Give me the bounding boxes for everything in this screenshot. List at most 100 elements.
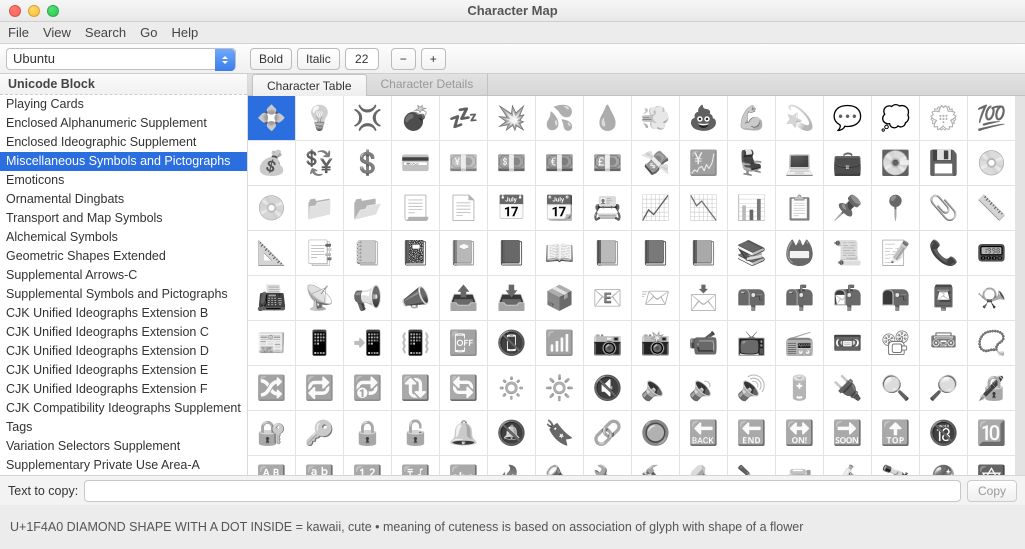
character-cell[interactable]: 📰 bbox=[248, 321, 295, 365]
character-cell[interactable]: 🔣 bbox=[392, 456, 439, 475]
character-cell[interactable]: 💳 bbox=[392, 141, 439, 185]
character-cell[interactable]: 📸 bbox=[632, 321, 679, 365]
sidebar-item[interactable]: Emoticons bbox=[0, 171, 247, 190]
menu-file[interactable]: File bbox=[8, 25, 29, 40]
character-cell[interactable]: 🔔 bbox=[440, 411, 487, 455]
character-cell[interactable]: 💴 bbox=[440, 141, 487, 185]
character-cell[interactable]: 📉 bbox=[680, 186, 727, 230]
character-cell[interactable]: 📢 bbox=[344, 276, 391, 320]
character-cell[interactable]: 📣 bbox=[392, 276, 439, 320]
character-cell[interactable]: 💵 bbox=[488, 141, 535, 185]
character-cell[interactable]: 🔗 bbox=[584, 411, 631, 455]
character-cell[interactable]: 📥 bbox=[488, 276, 535, 320]
character-cell[interactable]: 🔛 bbox=[776, 411, 823, 455]
character-cell[interactable]: 💽 bbox=[872, 141, 919, 185]
character-cell[interactable]: 💬 bbox=[824, 96, 871, 140]
character-cell[interactable]: 📋 bbox=[776, 186, 823, 230]
character-cell[interactable]: 🔠 bbox=[248, 456, 295, 475]
character-cell[interactable]: 📬 bbox=[824, 276, 871, 320]
character-cell[interactable]: 🔇 bbox=[584, 366, 631, 410]
character-cell[interactable]: 📂 bbox=[344, 186, 391, 230]
character-cell[interactable]: 📳 bbox=[392, 321, 439, 365]
character-cell[interactable]: 💱 bbox=[296, 141, 343, 185]
menu-search[interactable]: Search bbox=[85, 25, 126, 40]
sidebar-item[interactable]: CJK Compatibility Ideographs Supplement bbox=[0, 399, 247, 418]
character-cell[interactable]: 💸 bbox=[632, 141, 679, 185]
character-cell[interactable]: 💻 bbox=[776, 141, 823, 185]
sidebar-item[interactable]: Supplemental Symbols and Pictographs bbox=[0, 285, 247, 304]
character-cell[interactable]: 📏 bbox=[968, 186, 1015, 230]
character-cell[interactable]: 📮 bbox=[920, 276, 967, 320]
character-cell[interactable]: 📓 bbox=[392, 231, 439, 275]
character-cell[interactable]: 📫 bbox=[776, 276, 823, 320]
sidebar-item[interactable]: Supplementary Private Use Area-A bbox=[0, 456, 247, 475]
character-cell[interactable]: 🔙 bbox=[680, 411, 727, 455]
character-cell[interactable]: 🔊 bbox=[728, 366, 775, 410]
size-increase-button[interactable]: + bbox=[421, 48, 446, 70]
character-cell[interactable]: 🔬 bbox=[824, 456, 871, 475]
character-cell[interactable]: 💷 bbox=[584, 141, 631, 185]
character-cell[interactable]: 🔋 bbox=[776, 366, 823, 410]
sidebar-item[interactable]: Alchemical Symbols bbox=[0, 228, 247, 247]
menu-help[interactable]: Help bbox=[171, 25, 198, 40]
character-cell[interactable]: 📹 bbox=[680, 321, 727, 365]
character-cell[interactable]: 🔜 bbox=[824, 411, 871, 455]
sidebar-item[interactable]: CJK Unified Ideographs Extension B bbox=[0, 304, 247, 323]
character-cell[interactable]: 📤 bbox=[440, 276, 487, 320]
character-cell[interactable]: 💫 bbox=[776, 96, 823, 140]
character-cell[interactable]: 🔅 bbox=[488, 366, 535, 410]
character-cell[interactable]: 📁 bbox=[296, 186, 343, 230]
copy-button[interactable]: Copy bbox=[967, 480, 1017, 502]
character-cell[interactable]: 📚 bbox=[728, 231, 775, 275]
character-cell[interactable]: 💢 bbox=[344, 96, 391, 140]
character-cell[interactable]: 🔂 bbox=[344, 366, 391, 410]
character-cell[interactable]: 📴 bbox=[440, 321, 487, 365]
character-cell[interactable]: 🔪 bbox=[728, 456, 775, 475]
character-cell[interactable]: 🔀 bbox=[248, 366, 295, 410]
character-cell[interactable]: 💯 bbox=[968, 96, 1015, 140]
character-cell[interactable]: 🔤 bbox=[440, 456, 487, 475]
character-cell[interactable]: 📌 bbox=[824, 186, 871, 230]
character-cell[interactable]: 📇 bbox=[584, 186, 631, 230]
character-cell[interactable]: 🔍 bbox=[872, 366, 919, 410]
character-cell[interactable]: 📽 bbox=[872, 321, 919, 365]
character-cell[interactable]: 📪 bbox=[728, 276, 775, 320]
character-cell[interactable]: 🔃 bbox=[392, 366, 439, 410]
character-cell[interactable]: 🔌 bbox=[824, 366, 871, 410]
character-cell[interactable]: 📭 bbox=[872, 276, 919, 320]
character-cell[interactable]: 📦 bbox=[536, 276, 583, 320]
character-cell[interactable]: 🔎 bbox=[920, 366, 967, 410]
character-cell[interactable]: 📕 bbox=[488, 231, 535, 275]
sidebar-item[interactable]: Miscellaneous Symbols and Pictographs bbox=[0, 152, 247, 171]
font-select[interactable]: Ubuntu bbox=[6, 48, 236, 70]
character-cell[interactable]: 💿 bbox=[968, 141, 1015, 185]
character-cell[interactable]: 🔁 bbox=[296, 366, 343, 410]
character-cell[interactable]: 📘 bbox=[632, 231, 679, 275]
character-cell[interactable]: 💪 bbox=[728, 96, 775, 140]
character-cell[interactable]: 🔖 bbox=[536, 411, 583, 455]
character-cell[interactable]: 💺 bbox=[728, 141, 775, 185]
character-cell[interactable]: 📱 bbox=[296, 321, 343, 365]
sidebar-item[interactable]: Tags bbox=[0, 418, 247, 437]
character-cell[interactable]: 🔩 bbox=[680, 456, 727, 475]
character-cell[interactable]: 🔑 bbox=[296, 411, 343, 455]
character-cell[interactable]: 💮 bbox=[920, 96, 967, 140]
font-size-input[interactable]: 22 bbox=[345, 48, 379, 70]
character-cell[interactable]: 📡 bbox=[296, 276, 343, 320]
character-cell[interactable]: 📻 bbox=[776, 321, 823, 365]
character-cell[interactable]: 📯 bbox=[968, 276, 1015, 320]
character-cell[interactable]: 📃 bbox=[392, 186, 439, 230]
sidebar-item[interactable]: CJK Unified Ideographs Extension E bbox=[0, 361, 247, 380]
character-cell[interactable]: 📗 bbox=[584, 231, 631, 275]
sidebar-item[interactable]: Enclosed Alphanumeric Supplement bbox=[0, 114, 247, 133]
character-cell[interactable]: 🔡 bbox=[296, 456, 343, 475]
character-cell[interactable]: 💣 bbox=[392, 96, 439, 140]
character-cell[interactable]: 📐 bbox=[248, 231, 295, 275]
character-cell[interactable]: 🔥 bbox=[488, 456, 535, 475]
character-cell[interactable]: 💧 bbox=[584, 96, 631, 140]
character-cell[interactable]: 📝 bbox=[872, 231, 919, 275]
character-cell[interactable]: 💲 bbox=[344, 141, 391, 185]
character-cell[interactable]: 📠 bbox=[248, 276, 295, 320]
character-cell[interactable]: 📿 bbox=[968, 321, 1015, 365]
character-cell[interactable]: 🔏 bbox=[968, 366, 1015, 410]
